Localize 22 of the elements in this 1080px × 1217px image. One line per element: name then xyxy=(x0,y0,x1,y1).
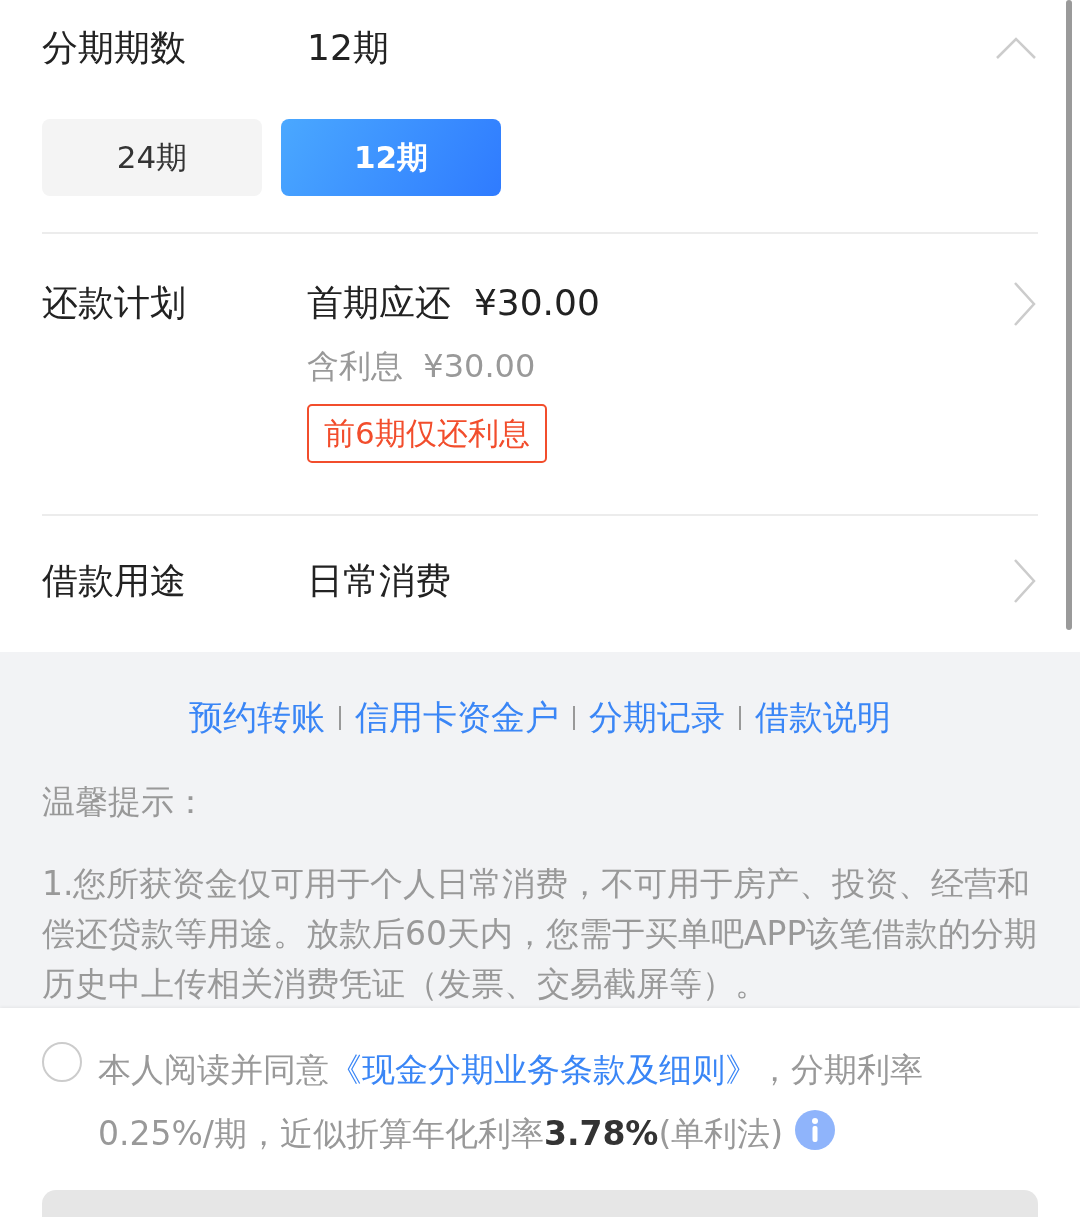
field-label: 借款用途 xyxy=(42,559,187,603)
agree-checkbox[interactable] xyxy=(42,1042,82,1082)
link[interactable]: 信用卡资金户 xyxy=(341,692,573,743)
field-label: 还款计划 xyxy=(42,281,187,325)
tips-paragraph: 1.您所获资金仅可用于个人日常消费，不可用于房产、投资、经营和偿还贷款等用途。放款后60天内，您需于买单吧APP该笔借款的分期历史中上传相关消费凭证（发票、交易截屏等）。 xyxy=(41,863,1039,1005)
link[interactable]: 借款说明 xyxy=(741,692,905,743)
agreement-text: 本人阅读并同意《现金分期业务条款及细则》，分期利率0.25%/期，近似折算年化利率3.78%(单利法) xyxy=(98,1049,924,1155)
tips-title: 温馨提示： xyxy=(41,781,208,823)
chevron-right-icon[interactable] xyxy=(1012,557,1038,605)
link[interactable]: 预约转账 xyxy=(175,692,339,743)
info-icon[interactable] xyxy=(793,1109,836,1151)
terms-link[interactable]: 《现金分期业务条款及细则》 xyxy=(329,1050,758,1089)
chevron-right-icon[interactable] xyxy=(1012,280,1038,328)
field-value: 日常消费 xyxy=(307,559,452,603)
notice-tag: 前6期仅还利息 xyxy=(307,404,547,463)
period-option[interactable]: 12期 xyxy=(281,119,501,196)
field-value: 12期 xyxy=(307,25,390,70)
link[interactable]: 分期记录 xyxy=(575,692,739,743)
interest-text: 含利息 ¥30.00 xyxy=(307,346,537,386)
first-payment: 首期应还 ¥30.00 xyxy=(307,281,601,325)
field-label: 分期期数 xyxy=(42,25,187,70)
period-option[interactable]: 24期 xyxy=(42,119,262,196)
